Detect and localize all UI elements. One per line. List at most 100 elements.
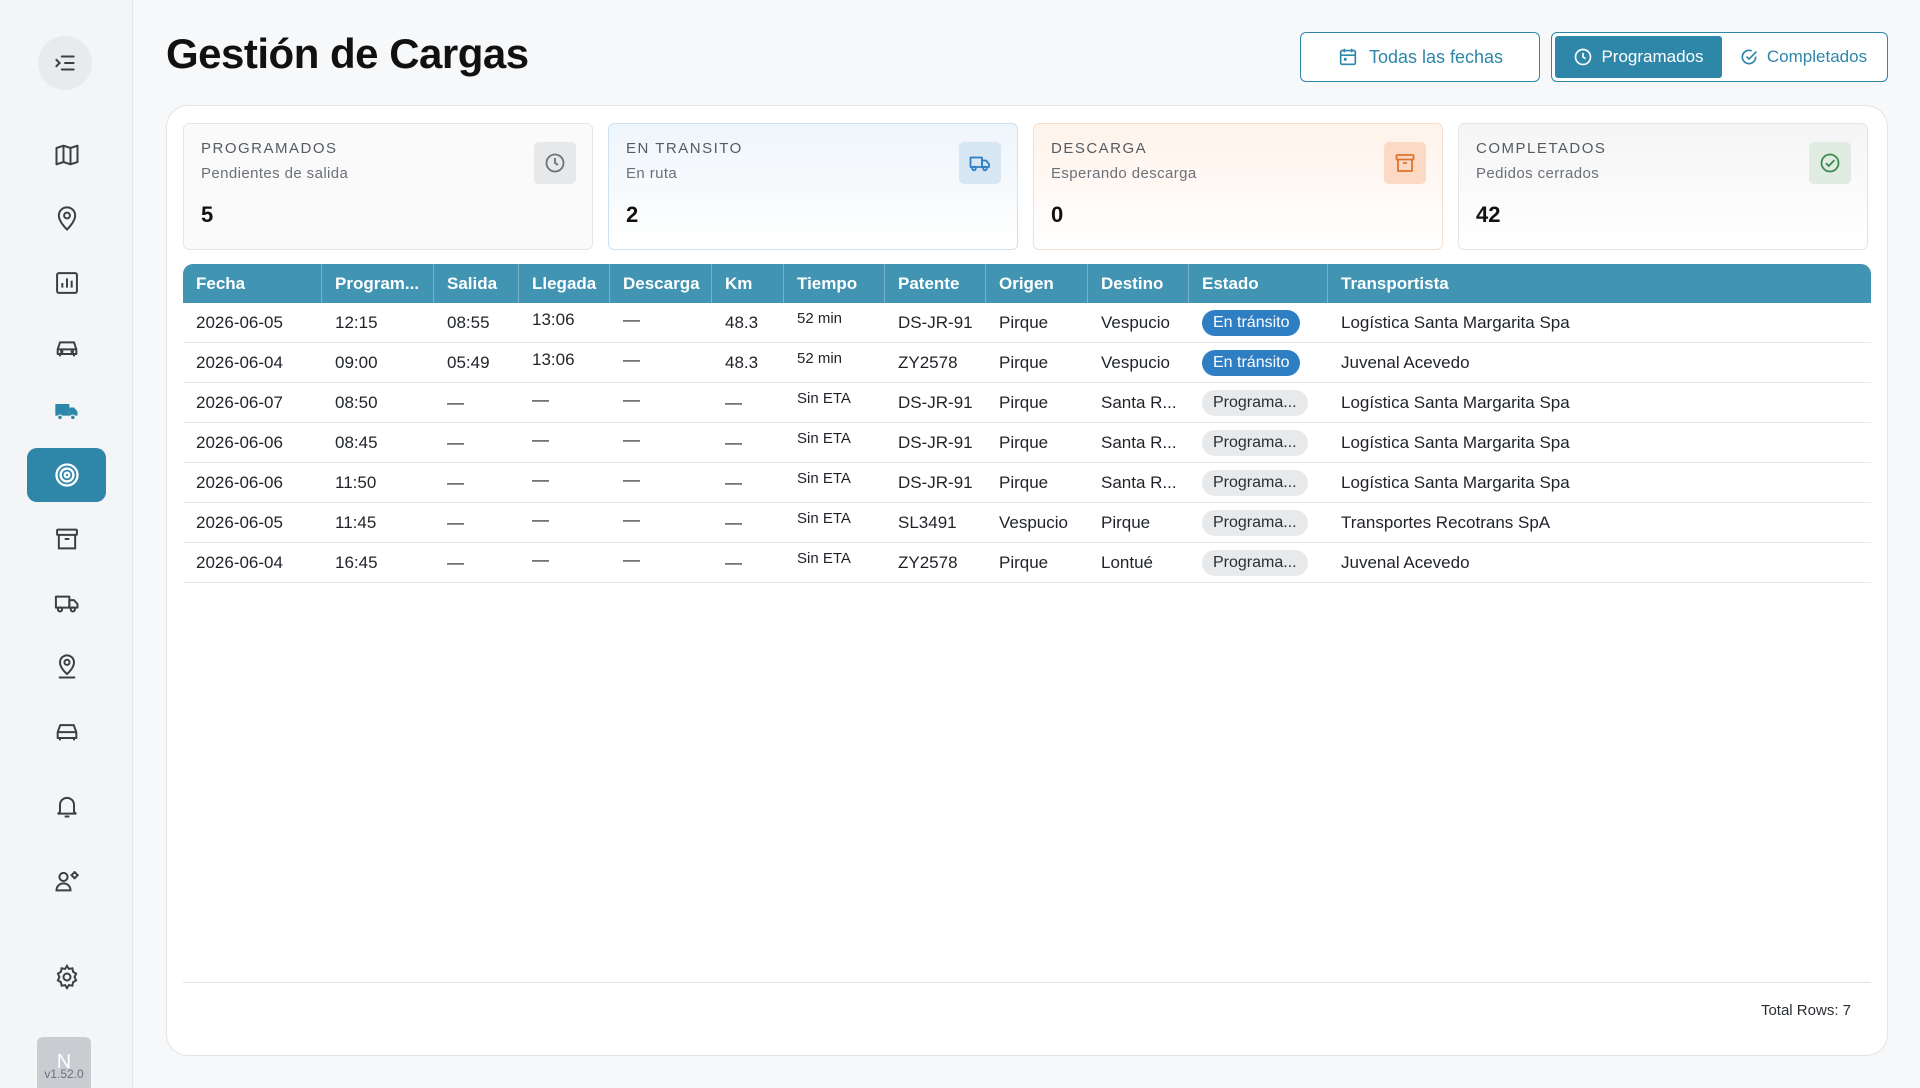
kpi-value: 2 bbox=[626, 202, 639, 227]
sidebar-item-cargas[interactable] bbox=[27, 448, 106, 502]
sidebar-item-reports[interactable] bbox=[27, 256, 106, 310]
sidebar-item-places[interactable] bbox=[27, 192, 106, 246]
tab-programados[interactable]: Programados bbox=[1555, 36, 1722, 78]
cell-tiempo: Sin ETA bbox=[797, 390, 851, 407]
kpi-title: COMPLETADOS bbox=[1476, 140, 1607, 157]
cell-patente: SL3491 bbox=[898, 512, 957, 532]
column-header[interactable]: Program... bbox=[322, 264, 434, 303]
column-header[interactable]: Estado bbox=[1189, 264, 1328, 303]
kpi-programados[interactable]: PROGRAMADOS Pendientes de salida 5 bbox=[183, 123, 593, 250]
table-row[interactable]: 2026-06-05 12:15 08:55 13:06 — 48.3 52 min DS-J… bbox=[183, 303, 1871, 343]
cell-destino: Santa R... bbox=[1101, 432, 1177, 452]
avatar[interactable]: N v1.52.0 bbox=[37, 1037, 91, 1088]
cell-salida: 05:49 bbox=[447, 352, 490, 372]
cell-salida: — bbox=[447, 392, 464, 412]
cell-tiempo: 52 min bbox=[797, 310, 843, 327]
sidebar-item-vehicles[interactable] bbox=[27, 320, 106, 374]
table-row[interactable]: 2026-06-04 09:00 05:49 13:06 — 48.3 52 min ZY25… bbox=[183, 343, 1871, 383]
sidebar-item-trucks[interactable] bbox=[27, 384, 106, 438]
column-header[interactable]: Descarga bbox=[610, 264, 712, 303]
cell-fecha: 2026-06-07 bbox=[196, 392, 283, 412]
sidebar-item-users[interactable] bbox=[27, 854, 106, 908]
car-front-icon bbox=[56, 724, 77, 741]
sidebar-item-cars[interactable] bbox=[27, 704, 106, 758]
cell-estado: Programa... bbox=[1189, 463, 1328, 502]
map-icon bbox=[55, 144, 78, 166]
cell-patente: DS-JR-91 bbox=[898, 392, 973, 412]
gear-icon bbox=[56, 964, 77, 990]
user-settings-icon bbox=[55, 871, 79, 892]
menu-collapse-icon[interactable] bbox=[38, 36, 92, 90]
kpi-value: 5 bbox=[201, 202, 214, 227]
cell-destino: Pirque bbox=[1101, 512, 1151, 532]
cell-tiempo: 52 min bbox=[797, 350, 843, 367]
target-icon bbox=[54, 463, 79, 487]
cell-origen: Pirque bbox=[999, 312, 1049, 332]
column-header[interactable]: Salida bbox=[434, 264, 519, 303]
column-header[interactable]: Destino bbox=[1088, 264, 1189, 303]
cell-fecha: 2026-06-06 bbox=[196, 472, 283, 492]
column-header[interactable]: Origen bbox=[986, 264, 1088, 303]
cell-programado: 08:45 bbox=[335, 432, 378, 452]
clock-icon bbox=[534, 142, 576, 184]
table-row[interactable]: 2026-06-04 16:45 — — — — Sin ETA ZY2578 Pirque Lo… bbox=[183, 543, 1871, 583]
tab-completados-label: Completados bbox=[1766, 47, 1868, 66]
kpi-subtitle: En ruta bbox=[626, 165, 678, 182]
table-row[interactable]: 2026-06-05 11:45 — — — — Sin ETA SL3491 Vespucio… bbox=[183, 503, 1871, 543]
status-badge: Programa... bbox=[1202, 429, 1308, 456]
table-row[interactable]: 2026-06-06 08:45 — — — — Sin ETA DS-JR-91 Pirque… bbox=[183, 423, 1871, 463]
cell-descarga: — bbox=[623, 550, 640, 569]
cell-descarga: — bbox=[623, 510, 640, 529]
column-header[interactable]: Patente bbox=[885, 264, 986, 303]
cell-llegada: — bbox=[532, 470, 549, 489]
sidebar-item-map[interactable] bbox=[27, 128, 106, 182]
cell-estado: Programa... bbox=[1189, 383, 1328, 422]
kpi-en-transito[interactable]: EN TRANSITO En ruta 2 bbox=[608, 123, 1018, 250]
kpi-value: 0 bbox=[1051, 202, 1064, 227]
column-header[interactable]: Km bbox=[712, 264, 784, 303]
column-header[interactable]: Tiempo bbox=[784, 264, 885, 303]
sidebar-item-locations[interactable] bbox=[27, 640, 106, 694]
sidebar-item-settings[interactable] bbox=[27, 950, 106, 1004]
sidebar-item-fleet[interactable] bbox=[27, 576, 106, 630]
kpi-descarga[interactable]: DESCARGA Esperando descarga 0 bbox=[1033, 123, 1443, 250]
table-body: 2026-06-05 12:15 08:55 13:06 — 48.3 52 min DS-J… bbox=[183, 303, 1871, 583]
cell-llegada: — bbox=[532, 550, 549, 569]
table-row[interactable]: 2026-06-07 08:50 — — — — Sin ETA DS-JR-91 Pirque… bbox=[183, 383, 1871, 423]
cell-estado: En tránsito bbox=[1189, 303, 1328, 342]
kpi-title: EN TRANSITO bbox=[626, 140, 743, 157]
cell-transportista: Juvenal Acevedo bbox=[1341, 552, 1470, 572]
table-row[interactable]: 2026-06-06 11:50 — — — — Sin ETA DS-JR-91 Pirque… bbox=[183, 463, 1871, 503]
table-header: Fecha Program... Salida Llegada Descarga… bbox=[183, 264, 1871, 303]
status-badge: En tránsito bbox=[1202, 309, 1301, 336]
column-header[interactable]: Transportista bbox=[1328, 264, 1871, 303]
status-badge: Programa... bbox=[1202, 509, 1308, 536]
sidebar-item-notifications[interactable] bbox=[27, 779, 106, 833]
cell-km: — bbox=[725, 552, 742, 572]
cell-salida: — bbox=[447, 512, 464, 532]
bell-icon bbox=[56, 796, 77, 818]
cell-origen: Pirque bbox=[999, 392, 1049, 412]
cell-km: — bbox=[725, 432, 742, 452]
tab-completados[interactable]: Completados bbox=[1722, 36, 1884, 78]
cell-patente: DS-JR-91 bbox=[898, 312, 973, 332]
kpi-title: DESCARGA bbox=[1051, 140, 1148, 157]
cell-descarga: — bbox=[623, 390, 640, 409]
cell-tiempo: Sin ETA bbox=[797, 430, 851, 447]
cell-tiempo: Sin ETA bbox=[797, 550, 851, 567]
column-header[interactable]: Fecha bbox=[183, 264, 322, 303]
status-segmented-control: Programados Completados bbox=[1551, 32, 1888, 82]
kpi-completados[interactable]: COMPLETADOS Pedidos cerrados 42 bbox=[1458, 123, 1868, 250]
tab-programados-label: Programados bbox=[1601, 47, 1704, 66]
cell-descarga: — bbox=[623, 470, 640, 489]
sidebar: N v1.52.0 bbox=[0, 0, 133, 1088]
cell-fecha: 2026-06-05 bbox=[196, 312, 283, 332]
sidebar-item-archive[interactable] bbox=[27, 512, 106, 566]
cell-fecha: 2026-06-05 bbox=[196, 512, 283, 532]
car-icon bbox=[56, 341, 77, 357]
location-icon bbox=[58, 654, 75, 679]
column-header[interactable]: Llegada bbox=[519, 264, 610, 303]
date-filter-button[interactable]: Todas las fechas bbox=[1300, 32, 1540, 82]
cell-salida: — bbox=[447, 552, 464, 572]
cell-estado: En tránsito bbox=[1189, 343, 1328, 382]
